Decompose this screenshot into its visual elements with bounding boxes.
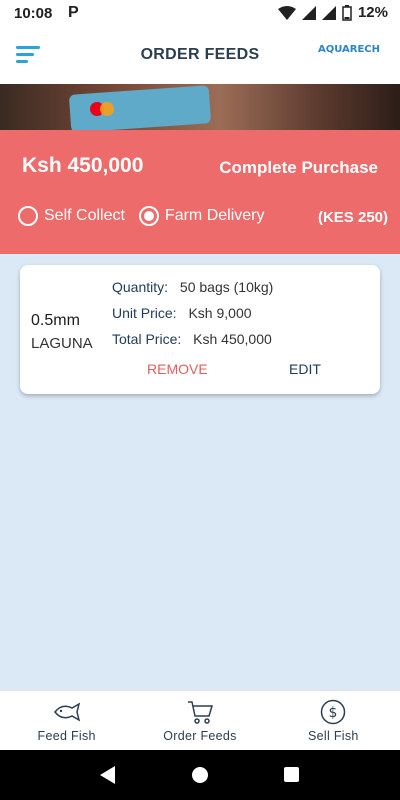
status-time: 10:08 [14,5,53,22]
option-farm-delivery[interactable]: Farm Delivery [138,206,265,226]
cart-icon [187,701,213,724]
nav-feed-fish[interactable]: Feed Fish [0,691,133,750]
quantity-label: Quantity: [112,279,169,295]
feed-size: 0.5mm [31,312,80,329]
order-item-card: 0.5mm LAGUNA Quantity: 50 bags (10kg) Un… [20,265,380,394]
fish-icon [53,702,80,722]
complete-purchase-button[interactable]: Complete Purchase [219,158,378,178]
nav-order-feeds-label: Order Feeds [163,729,237,743]
status-icons: 12% [277,4,388,21]
remove-button[interactable]: REMOVE [147,361,208,377]
feed-brand: LAGUNA [31,335,93,352]
purchase-summary: Ksh 450,000 Complete Purchase Self Colle… [0,130,400,254]
dollar-icon: $ [321,699,346,725]
wifi-icon [277,5,296,20]
nav-feed-fish-label: Feed Fish [37,729,96,743]
delivery-fee: (KES 250) [317,209,388,226]
radio-farm-delivery[interactable] [138,206,159,226]
nav-order-feeds[interactable]: Order Feeds [133,691,266,750]
total-amount: Ksh 450,000 [22,154,144,177]
app-bar: ORDER FEEDS AQUARECH [0,28,400,84]
nav-sell-fish-label: Sell Fish [308,729,359,743]
unit-price-value: Ksh 9,000 [188,305,252,321]
edit-button[interactable]: EDIT [289,361,321,377]
svg-text:$: $ [329,705,338,721]
back-icon[interactable] [100,766,115,784]
option-self-collect-label: Self Collect [44,207,125,224]
status-bar: 10:08 P 12% [0,0,400,28]
battery-icon [342,4,352,21]
unit-price-label: Unit Price: [112,305,177,321]
quantity-value: 50 bags (10kg) [179,279,274,295]
mastercard-icon-overlap [100,102,114,116]
system-navigation-bar [0,750,400,800]
option-self-collect[interactable]: Self Collect [18,206,125,226]
order-details: Quantity: 50 bags (10kg) Unit Price: Ksh… [112,279,273,357]
total-price-label: Total Price: [112,331,182,347]
home-icon[interactable] [192,767,208,783]
aquarech-logo: AQUARECH [317,44,380,55]
signal-icon-2 [321,5,336,20]
total-price-row: Total Price: Ksh 450,000 [112,331,273,357]
payment-banner-image [0,84,400,130]
total-price-value: Ksh 450,000 [193,331,272,347]
nav-sell-fish[interactable]: $ Sell Fish [267,691,400,750]
parking-app-icon: P [68,4,79,21]
quantity-row: Quantity: 50 bags (10kg) [112,279,273,305]
battery-percent: 12% [357,4,388,21]
signal-icon [301,5,316,20]
unit-price-row: Unit Price: Ksh 9,000 [112,305,273,331]
delivery-options: Self Collect Farm Delivery [18,206,270,226]
bottom-navigation: Feed Fish Order Feeds $ Sell Fish [0,690,400,750]
option-farm-delivery-label: Farm Delivery [164,207,265,224]
recent-apps-icon[interactable] [284,767,299,782]
radio-self-collect[interactable] [18,206,38,226]
